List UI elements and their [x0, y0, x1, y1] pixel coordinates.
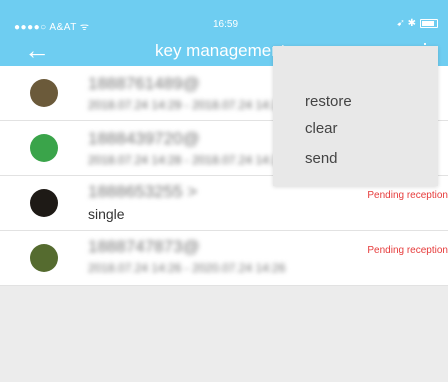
key-validity: 2018.07.24 14:26 - 2020.07.24 14:26: [88, 261, 286, 275]
menu-item-send[interactable]: send: [305, 150, 338, 167]
battery-icon: [420, 19, 438, 28]
empty-area: [0, 286, 448, 382]
carrier-signal: ●●●●○ A&AT ᯤ: [14, 22, 90, 33]
key-phone: 1888761489@: [88, 74, 200, 93]
status-icons: ➹ ✱: [396, 18, 438, 29]
key-list-item[interactable]: 1888747873@ 2018.07.24 14:26 - 2020.07.2…: [0, 231, 448, 286]
back-arrow-icon[interactable]: ←: [24, 36, 50, 64]
popup-menu: restore clear send: [273, 46, 438, 186]
key-phone: 1888439720@: [88, 129, 200, 148]
avatar: [30, 134, 58, 162]
avatar: [30, 189, 58, 217]
key-phone: 1888747873@: [88, 237, 200, 256]
location-bluetooth-icon: ➹ ✱: [396, 18, 416, 29]
menu-item-restore[interactable]: restore: [305, 93, 352, 110]
status-badge: Pending reception: [367, 190, 448, 201]
avatar: [30, 244, 58, 272]
page-title: key management: [155, 41, 286, 60]
key-validity: 2018.07.24 14:28 - 2018.07.24 14:28: [88, 153, 286, 167]
status-time: 16:59: [213, 19, 239, 30]
status-badge: Pending reception: [367, 245, 448, 256]
key-type: single: [88, 206, 125, 222]
avatar: [30, 79, 58, 107]
key-validity: 2018.07.24 14:29 - 2018.07.24 14:29: [88, 98, 286, 112]
status-bar: ●●●●○ A&AT ᯤ 16:59 ➹ ✱: [0, 0, 448, 36]
menu-item-clear[interactable]: clear: [305, 120, 338, 137]
key-phone: 1888653255 >: [88, 182, 198, 201]
